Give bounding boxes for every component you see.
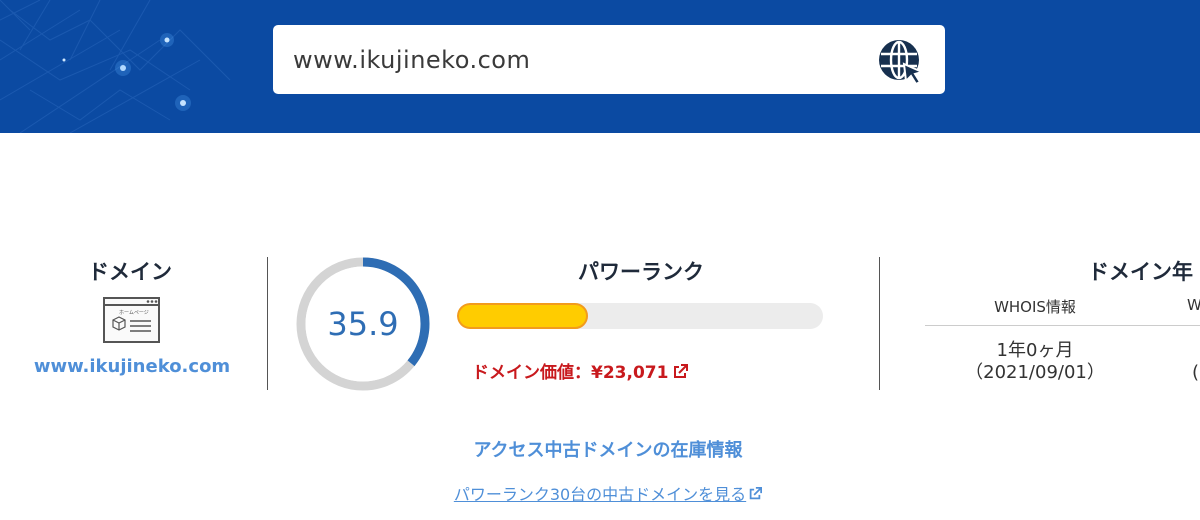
power-rank-heading: パワーランク — [578, 260, 704, 284]
domain-value-link[interactable]: ドメイン価値：¥23,071 — [472, 358, 689, 383]
globe-cursor-icon[interactable] — [876, 37, 926, 87]
whois-age-value: 1年0ヶ月 （2021/09/01） — [950, 340, 1120, 384]
domain-value-amount: ¥23,071 — [591, 363, 669, 383]
column-divider — [879, 257, 880, 390]
used-domains-link[interactable]: パワーランク30台の中古ドメインを見る — [0, 481, 1200, 505]
domain-value-label: ドメイン価値： — [472, 363, 591, 383]
second-age-value: ( — [1192, 340, 1199, 384]
external-link-icon — [749, 487, 763, 500]
whois-info-label: WHOIS情報 — [994, 298, 1076, 316]
table-divider — [925, 325, 1200, 326]
power-rank-bar-fill — [457, 303, 589, 329]
whois-age-duration: 1年0ヶ月 — [996, 340, 1074, 361]
domain-heading: ドメイン — [88, 260, 172, 284]
header-banner — [0, 0, 1200, 133]
whois-age-date: （2021/09/01） — [965, 362, 1105, 383]
stock-info-heading: アクセス中古ドメインの在庫情報 — [473, 440, 743, 461]
domain-age-heading: ドメイン年 — [1088, 260, 1193, 284]
homepage-icon-caption: ホームページ — [119, 310, 149, 316]
second-age-date: ( — [1192, 362, 1200, 383]
used-domains-link-text: パワーランク30台の中古ドメインを見る — [453, 485, 747, 504]
domain-search-box — [273, 25, 945, 94]
second-column-label: W — [1187, 296, 1200, 314]
domain-link[interactable]: www.ikujineko.com — [20, 356, 244, 377]
homepage-window-icon: ホームページ — [103, 297, 160, 343]
power-rank-score: 35.9 — [327, 305, 399, 343]
column-divider — [267, 257, 268, 390]
domain-search-input[interactable] — [293, 39, 873, 81]
external-link-icon — [674, 364, 689, 378]
power-rank-bar — [457, 303, 823, 329]
network-decoration — [0, 0, 231, 133]
